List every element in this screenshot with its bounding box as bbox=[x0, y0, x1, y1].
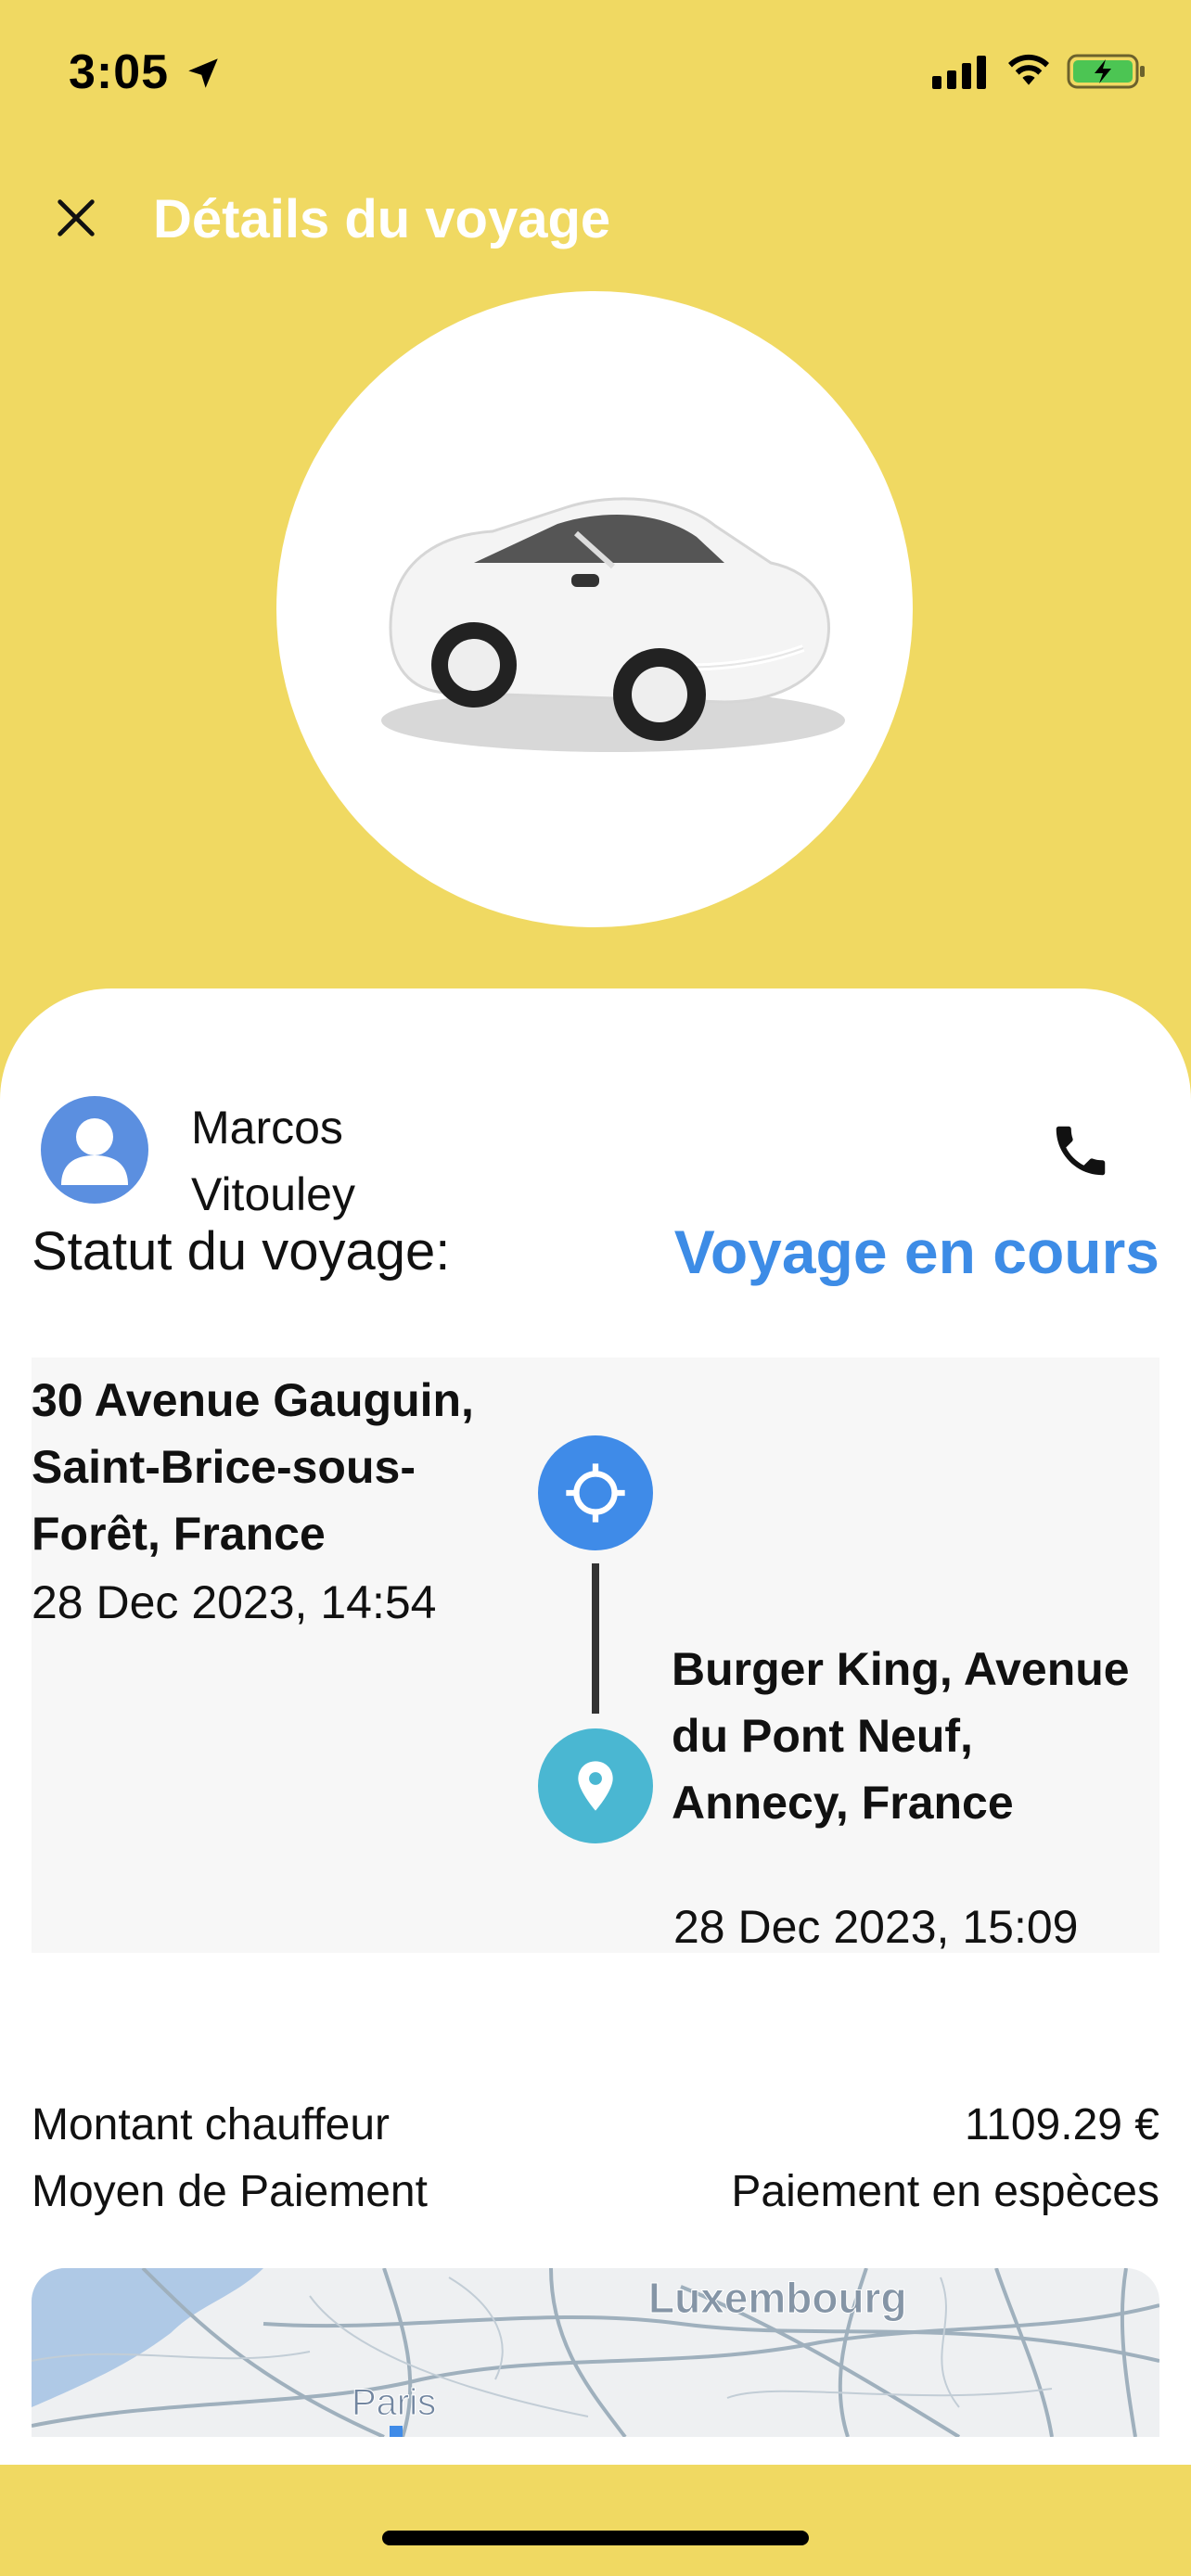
header: Détails du voyage bbox=[0, 181, 1191, 264]
page-title: Détails du voyage bbox=[153, 189, 611, 249]
close-button[interactable] bbox=[48, 190, 104, 246]
pickup-time: 28 Dec 2023, 14:54 bbox=[32, 1576, 437, 1628]
payment-method-value: Paiement en espèces bbox=[731, 2167, 1159, 2216]
driver-row: Marcos Vitouley bbox=[0, 1044, 1191, 1220]
phone-icon bbox=[1056, 1126, 1106, 1176]
route-connector bbox=[592, 1563, 599, 1714]
crosshair-icon bbox=[566, 1463, 625, 1523]
payment-method-label: Moyen de Paiement bbox=[32, 2167, 428, 2216]
car-icon bbox=[381, 497, 845, 752]
trip-status-value: Voyage en cours bbox=[673, 1218, 1159, 1286]
dropoff-marker bbox=[538, 1728, 653, 1843]
call-driver-button[interactable] bbox=[1048, 1118, 1113, 1183]
status-time: 3:05 bbox=[69, 45, 170, 99]
home-indicator[interactable] bbox=[382, 2531, 809, 2545]
route-card: 30 Avenue Gauguin, Saint-Brice-sous-Forê… bbox=[32, 1358, 1159, 1953]
pickup-marker bbox=[538, 1435, 653, 1550]
route-map[interactable]: Luxembourg Paris bbox=[32, 2268, 1159, 2437]
driver-amount-value: 1109.29 € bbox=[965, 2100, 1159, 2149]
driver-first-name: Marcos bbox=[191, 1102, 343, 1154]
map-label-paris: Paris bbox=[352, 2382, 436, 2423]
trip-status-row: Statut du voyage: Voyage en cours bbox=[32, 1218, 1159, 1294]
location-arrow-icon bbox=[188, 58, 218, 88]
dropoff-time: 28 Dec 2023, 15:09 bbox=[673, 1901, 1079, 1953]
map-view: Luxembourg Paris bbox=[32, 2268, 1159, 2437]
map-label-luxembourg: Luxembourg bbox=[648, 2274, 907, 2322]
driver-amount-label: Montant chauffeur bbox=[32, 2100, 391, 2149]
driver-amount-row: Montant chauffeur 1109.29 € bbox=[32, 2092, 1159, 2159]
dropoff-address: Burger King, Avenue du Pont Neuf, Annecy… bbox=[672, 1643, 1130, 1829]
close-icon bbox=[58, 199, 95, 236]
driver-avatar bbox=[41, 1096, 148, 1204]
trip-status-label: Statut du voyage: bbox=[32, 1221, 451, 1282]
battery-charging-icon bbox=[1067, 54, 1145, 89]
driver-last-name: Vitouley bbox=[191, 1168, 355, 1220]
bottom-bar bbox=[0, 2465, 1191, 2576]
pickup-address: 30 Avenue Gauguin, Saint-Brice-sous-Forê… bbox=[32, 1374, 474, 1560]
status-bar: 3:05 bbox=[0, 0, 1191, 139]
trip-details-sheet: Marcos Vitouley Statut du voyage: Voyage… bbox=[0, 988, 1191, 2465]
map-pin-icon bbox=[578, 1761, 613, 1811]
vehicle-image bbox=[276, 291, 913, 927]
wifi-icon bbox=[1008, 54, 1049, 85]
driver-name: Marcos Vitouley bbox=[191, 1094, 562, 1228]
cellular-signal-icon bbox=[932, 52, 986, 89]
payment-method-row: Moyen de Paiement Paiement en espèces bbox=[32, 2159, 1159, 2225]
user-icon bbox=[61, 1118, 128, 1185]
